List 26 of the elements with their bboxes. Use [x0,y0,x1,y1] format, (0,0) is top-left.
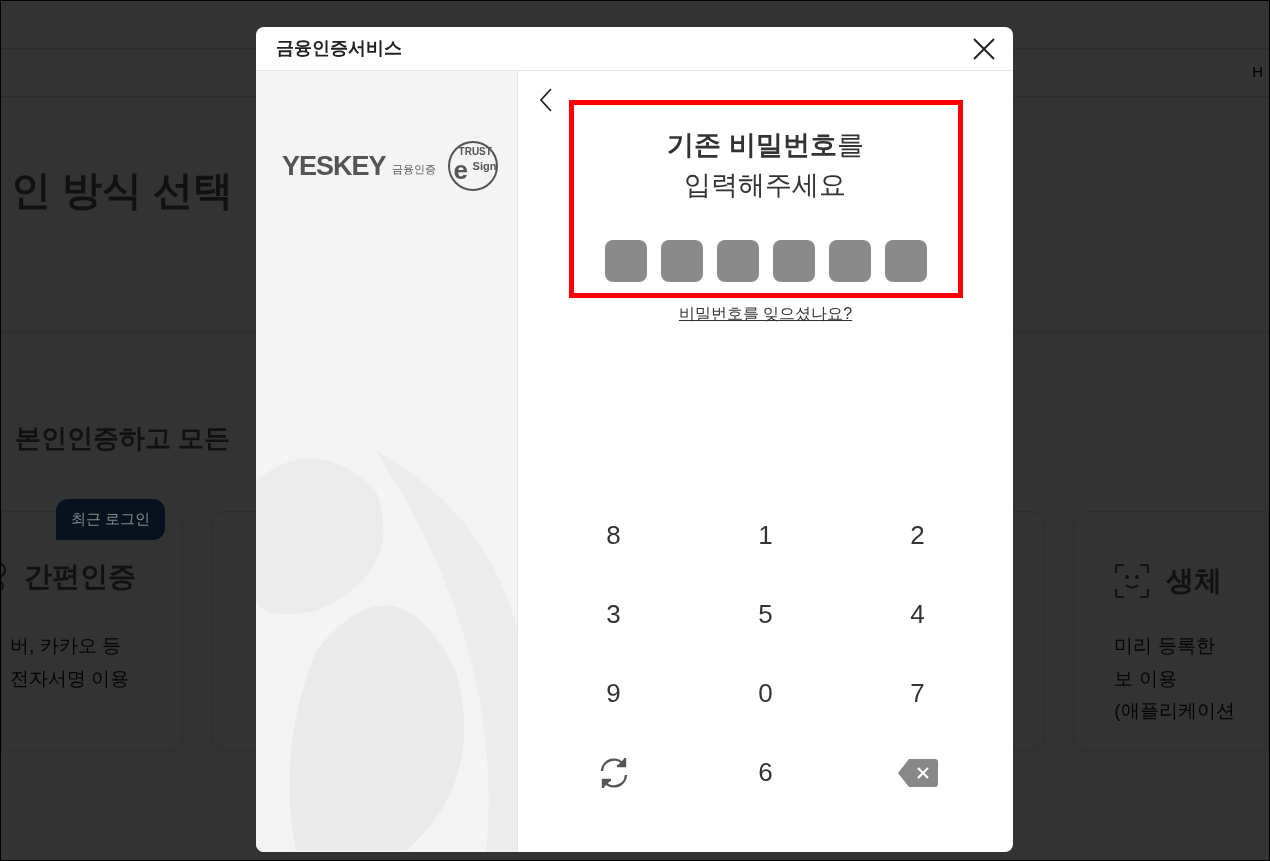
keypad-key[interactable]: 2 [841,496,994,575]
keypad-key[interactable]: 0 [689,654,842,733]
recent-login-badge: 최근 로그인 [56,499,166,540]
brand-wordmark: YESKEY [282,152,386,180]
prompt-text: 입력해주세요 [684,169,847,202]
seal-text: TRUST [458,147,492,157]
seal-text: Sign [472,161,497,172]
forgot-password-link[interactable]: 비밀번호를 잊으셨나요? [678,302,853,326]
back-button[interactable] [538,87,554,113]
back-icon [540,88,552,112]
brand-subtitle: 금융인증 [391,161,436,177]
keypad-key[interactable]: 6 [689,733,842,812]
close-icon [973,37,995,60]
keypad-key[interactable]: 3 [537,575,690,654]
keypad-key[interactable]: 7 [841,654,994,733]
dialog-title: 금융인증서비스 [276,37,402,60]
keypad-key[interactable]: 9 [537,654,690,733]
face-scan-icon [1114,563,1151,599]
keypad-key[interactable]: 1 [689,496,842,575]
keypad-key[interactable]: 5 [689,575,842,654]
prompt-text: 기존 비밀번호를 [667,129,864,162]
backspace-icon [896,757,939,788]
close-button[interactable] [971,35,997,62]
seal-letter: e [453,157,468,183]
keypad-key[interactable]: 4 [841,575,994,654]
keypad-key[interactable]: 8 [537,496,690,575]
